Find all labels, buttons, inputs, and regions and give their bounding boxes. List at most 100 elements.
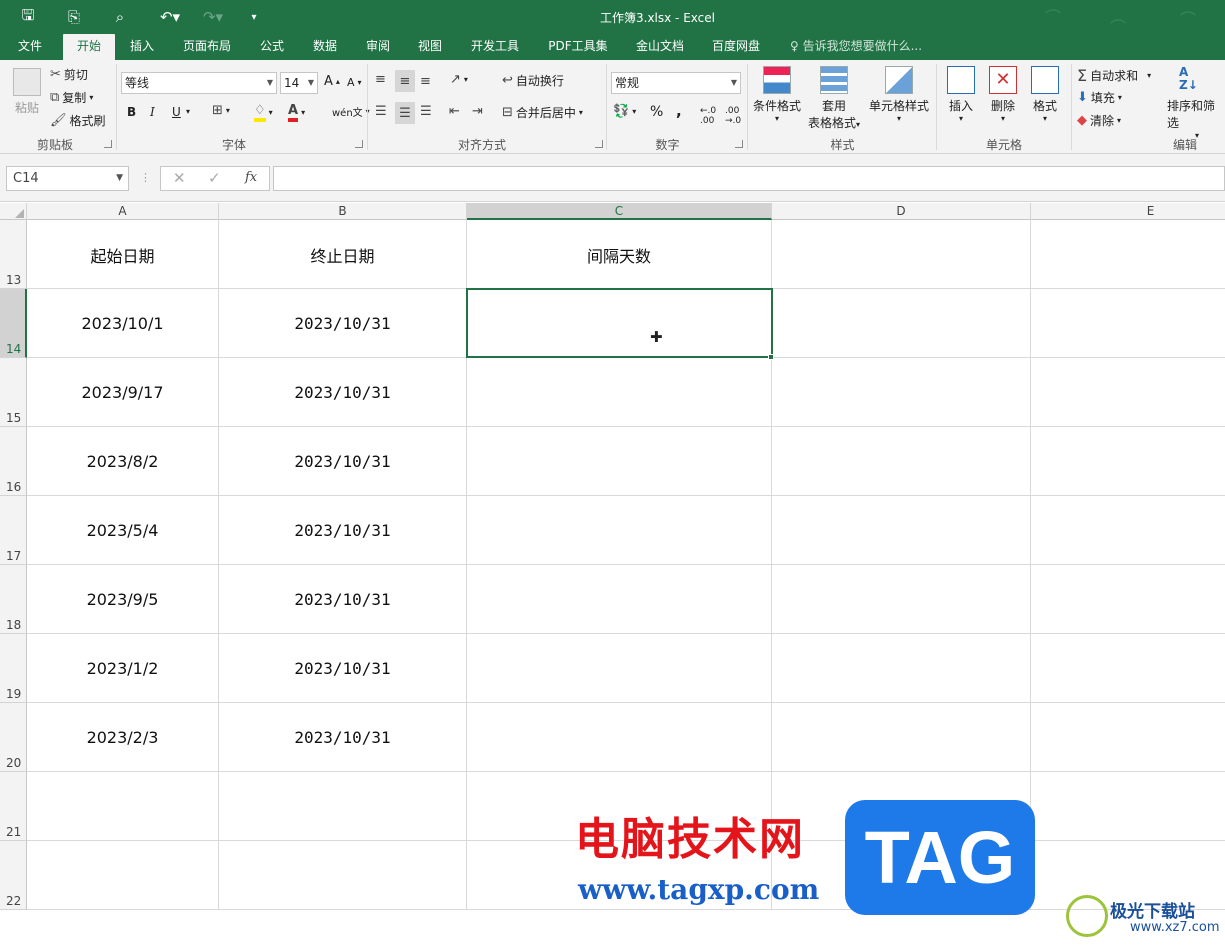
increase-indent-button[interactable]: ⇥ — [472, 104, 483, 119]
cell-d[interactable] — [772, 289, 1031, 358]
column-header-b[interactable]: B — [219, 203, 467, 220]
cell-c[interactable] — [467, 565, 772, 634]
comma-button[interactable]: , — [676, 102, 682, 120]
wrap-text-button[interactable]: ↩ 自动换行 — [502, 72, 564, 89]
align-middle-button[interactable]: ≡ — [395, 70, 415, 92]
cell-c[interactable] — [467, 427, 772, 496]
format-cells-button[interactable]: 格式 ▾ — [1027, 66, 1063, 123]
row-header[interactable]: 13 — [0, 220, 27, 289]
cell-a[interactable] — [27, 772, 219, 841]
underline-button[interactable]: U — [172, 105, 181, 119]
align-center-button[interactable]: ☰ — [395, 102, 415, 124]
align-left-button[interactable]: ☰ — [375, 104, 387, 119]
name-box[interactable]: C14 ▼ — [6, 166, 129, 191]
cell-d[interactable] — [772, 703, 1031, 772]
increase-font-button[interactable]: A ▴ — [324, 74, 340, 89]
tab-data[interactable]: 数据 — [303, 34, 347, 60]
format-as-table-button[interactable]: 套用 表格格式▾ — [805, 66, 863, 131]
cell-a[interactable]: 2023/5/4 — [27, 496, 219, 565]
cell-a[interactable]: 2023/8/2 — [27, 427, 219, 496]
cell-e[interactable] — [1031, 427, 1225, 496]
number-format-select[interactable]: 常规 ▼ — [611, 72, 741, 94]
cell-e[interactable] — [1031, 289, 1225, 358]
tab-insert[interactable]: 插入 — [120, 34, 164, 60]
enter-check-icon[interactable]: ✓ — [208, 169, 221, 187]
cell-b[interactable]: 2023/10/31 — [219, 703, 467, 772]
row-header[interactable]: 18 — [0, 565, 27, 634]
cell-d[interactable] — [772, 565, 1031, 634]
phonetic-button[interactable]: wén文▾ — [332, 104, 370, 119]
cut-button[interactable]: ✂ 剪切 — [50, 66, 88, 83]
row-header[interactable]: 22 — [0, 841, 27, 910]
cell-c[interactable] — [467, 358, 772, 427]
increase-decimal-button[interactable]: ←.0.00 — [700, 106, 716, 126]
column-header-a[interactable]: A — [27, 203, 219, 220]
cell-c[interactable] — [467, 703, 772, 772]
resize-handle-icon[interactable]: ⋮ — [140, 171, 151, 184]
tab-review[interactable]: 审阅 — [356, 34, 400, 60]
tab-developer[interactable]: 开发工具 — [462, 34, 528, 60]
cell-e[interactable] — [1031, 565, 1225, 634]
column-header-d[interactable]: D — [772, 203, 1031, 220]
tab-pdf-tools[interactable]: PDF工具集 — [540, 34, 616, 60]
row-header[interactable]: 19 — [0, 634, 27, 703]
align-right-button[interactable]: ☰ — [420, 104, 432, 119]
cell-d[interactable] — [772, 634, 1031, 703]
autosum-button[interactable]: Σ 自动求和 ▾ — [1077, 66, 1151, 85]
align-bottom-button[interactable]: ≡ — [420, 74, 431, 89]
cell-e[interactable] — [1031, 634, 1225, 703]
cell-a[interactable]: 2023/9/17 — [27, 358, 219, 427]
insert-function-icon[interactable]: fx — [245, 170, 257, 185]
currency-button[interactable]: 💱 ▾ — [613, 104, 636, 119]
bold-button[interactable]: B — [127, 105, 136, 119]
cell-d[interactable] — [772, 220, 1031, 289]
align-top-button[interactable]: ≡ — [375, 72, 386, 87]
format-painter-button[interactable]: 🖌 格式刷 — [50, 112, 106, 129]
clear-button[interactable]: ◆ 清除 ▾ — [1077, 112, 1121, 129]
decrease-decimal-button[interactable]: .00 →.0 — [725, 106, 741, 126]
copy-button[interactable]: ⧉ 复制 ▾ — [50, 89, 93, 106]
cell-a[interactable]: 2023/9/5 — [27, 565, 219, 634]
paste-button[interactable]: 粘贴 — [8, 68, 46, 116]
cell-a[interactable]: 起始日期 — [27, 220, 219, 289]
cell-b[interactable]: 2023/10/31 — [219, 358, 467, 427]
cell-styles-button[interactable]: 单元格样式 ▾ — [866, 66, 932, 123]
font-launcher-icon[interactable] — [355, 140, 363, 148]
cell-b[interactable]: 2023/10/31 — [219, 565, 467, 634]
cell-b[interactable]: 终止日期 — [219, 220, 467, 289]
cell-d[interactable] — [772, 496, 1031, 565]
row-header[interactable]: 21 — [0, 772, 27, 841]
delete-cells-button[interactable]: ✕ 删除 ▾ — [985, 66, 1021, 123]
font-color-button[interactable]: A ▾ — [288, 103, 305, 122]
cell-b[interactable]: 2023/10/31 — [219, 496, 467, 565]
font-name-select[interactable]: 等线 ▼ — [121, 72, 277, 94]
insert-cells-button[interactable]: 插入 ▾ — [943, 66, 979, 123]
tab-view[interactable]: 视图 — [408, 34, 452, 60]
tell-me-search[interactable]: ♀ 告诉我您想要做什么... — [790, 34, 922, 60]
cell-b[interactable]: 2023/10/31 — [219, 634, 467, 703]
select-all-corner[interactable] — [0, 203, 27, 220]
decrease-font-button[interactable]: A ▾ — [347, 76, 362, 89]
font-size-select[interactable]: 14 ▼ — [280, 72, 318, 94]
row-header[interactable]: 16 — [0, 427, 27, 496]
cell-b[interactable]: 2023/10/31 — [219, 427, 467, 496]
fill-color-button[interactable]: ♢ ▾ — [254, 103, 273, 122]
cell-b[interactable] — [219, 841, 467, 910]
borders-button[interactable]: ⊞ ▾ — [212, 103, 230, 118]
row-header[interactable]: 17 — [0, 496, 27, 565]
cell-c[interactable]: 间隔天数 — [467, 220, 772, 289]
cell-d[interactable] — [772, 358, 1031, 427]
tab-baidu-netdisk[interactable]: 百度网盘 — [703, 34, 769, 60]
cell-d[interactable] — [772, 427, 1031, 496]
tab-file[interactable]: 文件 — [8, 34, 52, 60]
row-header[interactable]: 20 — [0, 703, 27, 772]
cell-a[interactable]: 2023/10/1 — [27, 289, 219, 358]
clipboard-launcher-icon[interactable] — [104, 140, 112, 148]
cell-a[interactable]: 2023/1/2 — [27, 634, 219, 703]
conditional-format-button[interactable]: 条件格式 ▾ — [751, 66, 803, 123]
cancel-icon[interactable]: ✕ — [173, 169, 186, 187]
tab-formulas[interactable]: 公式 — [250, 34, 294, 60]
number-launcher-icon[interactable] — [735, 140, 743, 148]
row-header[interactable]: 15 — [0, 358, 27, 427]
fill-button[interactable]: ⬇ 填充 ▾ — [1077, 89, 1122, 106]
